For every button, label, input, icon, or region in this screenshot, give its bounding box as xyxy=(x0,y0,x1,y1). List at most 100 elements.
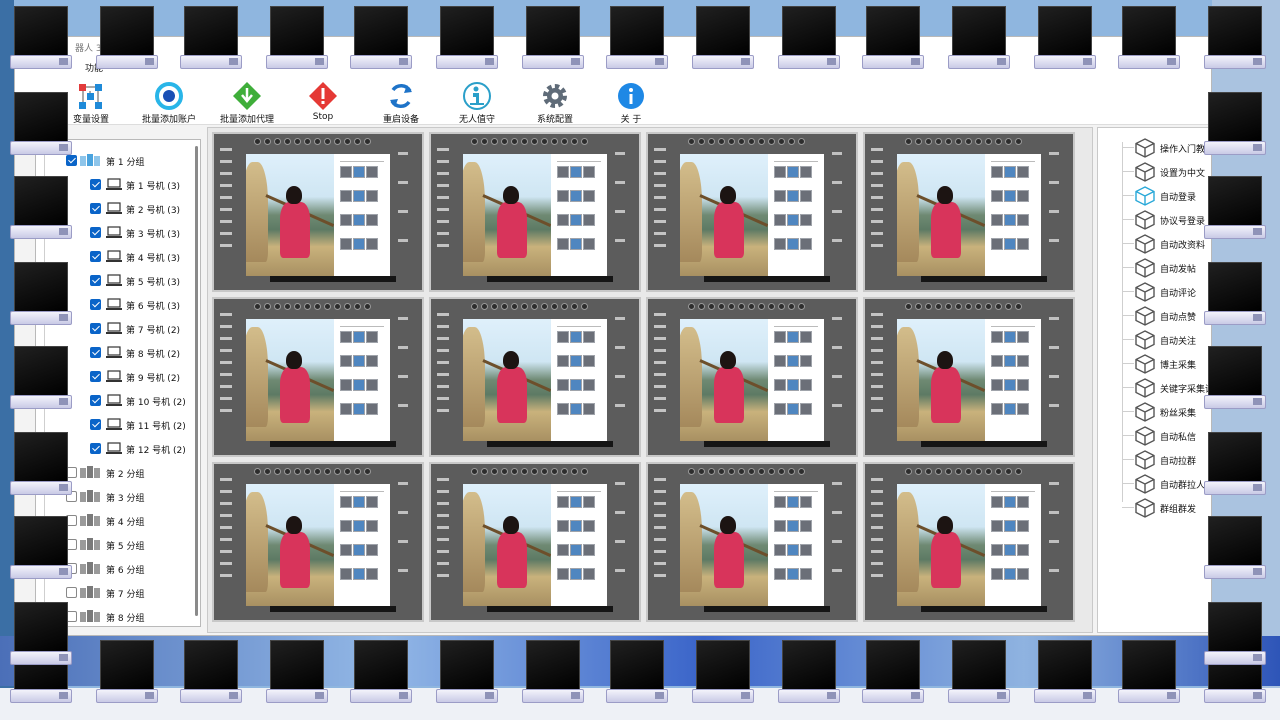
preview-photo xyxy=(463,484,551,606)
device-checkbox[interactable] xyxy=(90,179,101,190)
device-checkbox[interactable] xyxy=(90,419,101,430)
device-checkbox[interactable] xyxy=(90,227,101,238)
preview-right-column xyxy=(398,317,412,437)
laptop-tile xyxy=(10,432,72,498)
restart-device-button[interactable]: 重启设备 xyxy=(365,81,437,125)
function-label: 自动评论 xyxy=(1160,289,1197,299)
function-item[interactable]: 群组群发 xyxy=(1122,496,1211,520)
function-connector xyxy=(1122,411,1134,412)
function-item[interactable]: 操作入门教程 xyxy=(1122,136,1211,160)
function-item[interactable]: 粉丝采集 xyxy=(1122,400,1211,424)
windows-logo-icon xyxy=(59,484,68,491)
cube-icon xyxy=(1135,378,1155,398)
function-item[interactable]: 自动登录 xyxy=(1122,184,1211,208)
unattended-button[interactable]: 无人值守 xyxy=(441,81,513,125)
windows-logo-icon xyxy=(315,692,324,699)
preview-sidebar xyxy=(869,478,889,596)
windows-logo-icon xyxy=(1253,654,1262,661)
function-label: 粉丝采集 xyxy=(1160,409,1197,419)
stop-button[interactable]: Stop xyxy=(287,81,359,125)
device-preview[interactable] xyxy=(212,132,424,292)
batch-add-account-button[interactable]: 批量添加账户 xyxy=(133,81,205,125)
preview-bar xyxy=(270,441,396,447)
device-preview[interactable] xyxy=(429,297,641,457)
tree-device-label: 第 10 号机 (2) xyxy=(126,398,186,408)
function-item[interactable]: 自动关注 xyxy=(1122,328,1211,352)
laptop-tile xyxy=(1034,6,1096,72)
device-preview[interactable] xyxy=(863,297,1075,457)
download-diamond-icon xyxy=(233,82,261,110)
function-connector xyxy=(1122,171,1134,172)
preview-panel xyxy=(985,154,1041,276)
laptop-tile xyxy=(692,6,754,72)
tree-device-label: 第 11 号机 (2) xyxy=(126,422,186,432)
preview-photo xyxy=(246,319,334,441)
preview-right-column xyxy=(832,317,846,437)
group-checkbox[interactable] xyxy=(66,587,77,598)
tree-device-label: 第 8 号机 (2) xyxy=(126,350,181,360)
group-folder-icon xyxy=(80,585,100,599)
device-preview[interactable] xyxy=(646,462,858,622)
device-preview[interactable] xyxy=(646,297,858,457)
tree-group-label: 第 2 分组 xyxy=(106,470,145,480)
windows-logo-icon xyxy=(315,58,324,65)
function-label: 自动登录 xyxy=(1160,193,1197,203)
preview-panel xyxy=(551,319,607,441)
function-connector xyxy=(1122,339,1134,340)
function-item[interactable]: 自动群拉人 xyxy=(1122,472,1211,496)
preview-bar xyxy=(704,606,830,612)
system-config-button[interactable]: 系统配置 xyxy=(519,81,591,125)
device-checkbox[interactable] xyxy=(90,323,101,334)
function-item[interactable]: 自动拉群 xyxy=(1122,448,1211,472)
function-item[interactable]: 自动改资料 xyxy=(1122,232,1211,256)
laptop-tile xyxy=(436,640,498,706)
windows-logo-icon xyxy=(399,58,408,65)
device-checkbox[interactable] xyxy=(90,371,101,382)
laptop-tile xyxy=(1118,640,1180,706)
device-preview[interactable] xyxy=(863,132,1075,292)
device-checkbox[interactable] xyxy=(90,443,101,454)
cube-icon xyxy=(1135,258,1155,278)
device-checkbox[interactable] xyxy=(90,251,101,262)
preview-photo xyxy=(463,154,551,276)
windows-logo-icon xyxy=(399,692,408,699)
device-checkbox[interactable] xyxy=(90,275,101,286)
function-item[interactable]: 协议号登录 xyxy=(1122,208,1211,232)
laptop-icon xyxy=(106,202,122,215)
cube-icon xyxy=(1135,450,1155,470)
preview-bar xyxy=(487,441,613,447)
device-preview[interactable] xyxy=(646,132,858,292)
windows-logo-icon xyxy=(911,692,920,699)
tree-device-label: 第 7 号机 (2) xyxy=(126,326,181,336)
device-checkbox[interactable] xyxy=(90,203,101,214)
function-item[interactable]: 自动私信 xyxy=(1122,424,1211,448)
device-checkbox[interactable] xyxy=(90,299,101,310)
tree-group[interactable]: 第 7 分组 xyxy=(36,582,196,604)
device-preview[interactable] xyxy=(863,462,1075,622)
device-checkbox[interactable] xyxy=(90,347,101,358)
device-preview[interactable] xyxy=(212,297,424,457)
preview-stories xyxy=(254,303,414,311)
device-preview[interactable] xyxy=(212,462,424,622)
laptop-icon xyxy=(106,370,122,383)
about-button[interactable]: 关 于 xyxy=(595,81,667,125)
preview-right-column xyxy=(832,482,846,602)
batch-add-proxy-button[interactable]: 批量添加代理 xyxy=(211,81,283,125)
device-checkbox[interactable] xyxy=(90,395,101,406)
laptop-tile xyxy=(1034,640,1096,706)
function-item[interactable]: 自动点赞 xyxy=(1122,304,1211,328)
function-item[interactable]: 关键字采集评 xyxy=(1122,376,1211,400)
preview-right-column xyxy=(398,482,412,602)
function-item[interactable]: 自动发帖 xyxy=(1122,256,1211,280)
function-item[interactable]: 设置为中文 xyxy=(1122,160,1211,184)
laptop-tile xyxy=(1204,432,1266,498)
device-preview[interactable] xyxy=(429,462,641,622)
laptop-tile xyxy=(10,176,72,242)
tree-device-label: 第 3 号机 (3) xyxy=(126,230,181,240)
preview-stories xyxy=(254,138,414,146)
preview-right-column xyxy=(615,152,629,272)
device-preview[interactable] xyxy=(429,132,641,292)
windows-logo-icon xyxy=(911,58,920,65)
function-item[interactable]: 自动评论 xyxy=(1122,280,1211,304)
function-item[interactable]: 博主采集 xyxy=(1122,352,1211,376)
